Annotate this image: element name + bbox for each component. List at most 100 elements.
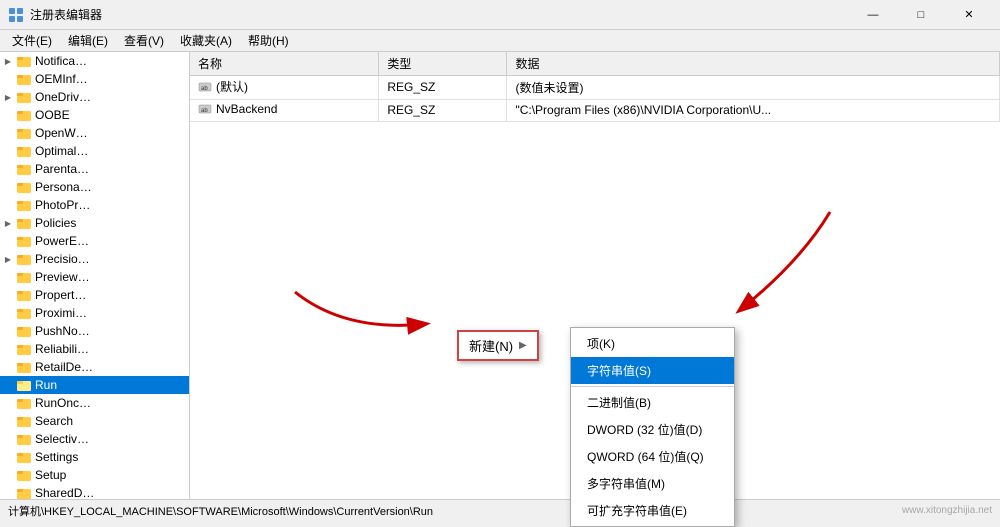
window-title: 注册表编辑器 [30,6,850,23]
tree-item-sharedd[interactable]: ▶ SharedD… [0,484,189,499]
menu-view[interactable]: 查看(V) [116,30,172,51]
folder-icon [16,53,32,69]
row-type: REG_SZ [379,99,507,121]
tree-item-oeminf[interactable]: ▶ OEMInf… [0,70,189,88]
tree-item-retailde[interactable]: ▶ RetailDe… [0,358,189,376]
tree-arrow: ▶ [0,251,16,267]
tree-item-oobe[interactable]: ▶ OOBE [0,106,189,124]
tree-label: Reliabili… [35,342,89,356]
tree-item-parenta[interactable]: ▶ Parenta… [0,160,189,178]
folder-icon [16,485,32,499]
maximize-button[interactable]: □ [898,0,944,30]
tree-item-run[interactable]: ▶ Run [0,376,189,394]
folder-icon [16,449,32,465]
tree-label: OneDriv… [35,90,91,104]
tree-label: Precisio… [35,252,90,266]
tree-item-onedriv[interactable]: ▶ OneDriv… [0,88,189,106]
tree-label: Proximi… [35,306,87,320]
status-bar: 计算机\HKEY_LOCAL_MACHINE\SOFTWARE\Microsof… [0,499,1000,521]
tree-item-preview[interactable]: ▶ Preview… [0,268,189,286]
tree-label: Preview… [35,270,90,284]
folder-icon [16,179,32,195]
folder-icon [16,89,32,105]
tree-item-runonce[interactable]: ▶ RunOnc… [0,394,189,412]
row-name: ab NvBackend [190,99,379,121]
tree-item-selectiv[interactable]: ▶ Selectiv… [0,430,189,448]
tree-panel: ▶ Notifica… ▶ OEMInf… ▶ OneDriv… ▶ O [0,52,190,499]
folder-icon [16,305,32,321]
tree-label: Settings [35,450,78,464]
tree-item-persona[interactable]: ▶ Persona… [0,178,189,196]
tree-item-proximi[interactable]: ▶ Proximi… [0,304,189,322]
folder-icon [16,71,32,87]
registry-data-table: 名称 类型 数据 ab (默认) REG_SZ [190,52,1000,122]
tree-label: Propert… [35,288,86,302]
folder-icon [16,323,32,339]
tree-item-photopr[interactable]: ▶ PhotoPr… [0,196,189,214]
tree-item-search[interactable]: ▶ Search [0,412,189,430]
folder-icon [16,233,32,249]
right-panel: 名称 类型 数据 ab (默认) REG_SZ [190,52,1000,499]
col-header-name: 名称 [190,52,379,76]
menu-favorites[interactable]: 收藏夹(A) [172,30,240,51]
minimize-button[interactable]: — [850,0,896,30]
close-button[interactable]: ✕ [946,0,992,30]
tree-item-optimal[interactable]: ▶ Optimal… [0,142,189,160]
tree-label: OEMInf… [35,72,88,86]
tree-item-policies[interactable]: ▶ Policies [0,214,189,232]
tree-label: RetailDe… [35,360,93,374]
tree-label: Setup [35,468,66,482]
menu-file[interactable]: 文件(E) [4,30,60,51]
tree-label: Parenta… [35,162,89,176]
tree-arrow: ▶ [0,89,16,105]
table-row[interactable]: ab (默认) REG_SZ (数值未设置) [190,76,1000,100]
tree-label: Selectiv… [35,432,89,446]
tree-label: Notifica… [35,54,87,68]
tree-item-settings[interactable]: ▶ Settings [0,448,189,466]
folder-icon [16,215,32,231]
tree-label: Optimal… [35,144,88,158]
svg-text:ab: ab [201,86,208,92]
tree-item-powere[interactable]: ▶ PowerE… [0,232,189,250]
tree-label: OpenW… [35,126,88,140]
tree-label: PhotoPr… [35,198,90,212]
title-bar: 注册表编辑器 — □ ✕ [0,0,1000,30]
tree-label: Persona… [35,180,92,194]
menu-help[interactable]: 帮助(H) [240,30,297,51]
folder-icon [16,377,32,393]
folder-icon [16,125,32,141]
row-data: (数值未设置) [507,76,1000,100]
menu-edit[interactable]: 编辑(E) [60,30,116,51]
tree-label: Search [35,414,73,428]
tree-item-pushno[interactable]: ▶ PushNo… [0,322,189,340]
tree-label: Run [35,378,57,392]
tree-item-openw[interactable]: ▶ OpenW… [0,124,189,142]
folder-icon [16,413,32,429]
folder-icon [16,197,32,213]
folder-icon [16,431,32,447]
folder-icon [16,161,32,177]
col-header-type: 类型 [379,52,507,76]
folder-icon [16,287,32,303]
folder-icon [16,269,32,285]
tree-item-propert[interactable]: ▶ Propert… [0,286,189,304]
tree-item-setup[interactable]: ▶ Setup [0,466,189,484]
folder-icon [16,107,32,123]
tree-label: RunOnc… [35,396,91,410]
folder-icon [16,251,32,267]
folder-icon [16,395,32,411]
tree-item-precisio[interactable]: ▶ Precisio… [0,250,189,268]
tree-item-notifica[interactable]: ▶ Notifica… [0,52,189,70]
tree-label: OOBE [35,108,70,122]
folder-icon [16,143,32,159]
tree-label: Policies [35,216,76,230]
folder-icon [16,359,32,375]
col-header-data: 数据 [507,52,1000,76]
row-data: "C:\Program Files (x86)\NVIDIA Corporati… [507,99,1000,121]
menu-bar: 文件(E) 编辑(E) 查看(V) 收藏夹(A) 帮助(H) [0,30,1000,52]
row-name: ab (默认) [190,76,379,100]
tree-item-reliabili[interactable]: ▶ Reliabili… [0,340,189,358]
tree-arrow: ▶ [0,215,16,231]
table-row[interactable]: ab NvBackend REG_SZ "C:\Program Files (x… [190,99,1000,121]
tree-label: PushNo… [35,324,90,338]
